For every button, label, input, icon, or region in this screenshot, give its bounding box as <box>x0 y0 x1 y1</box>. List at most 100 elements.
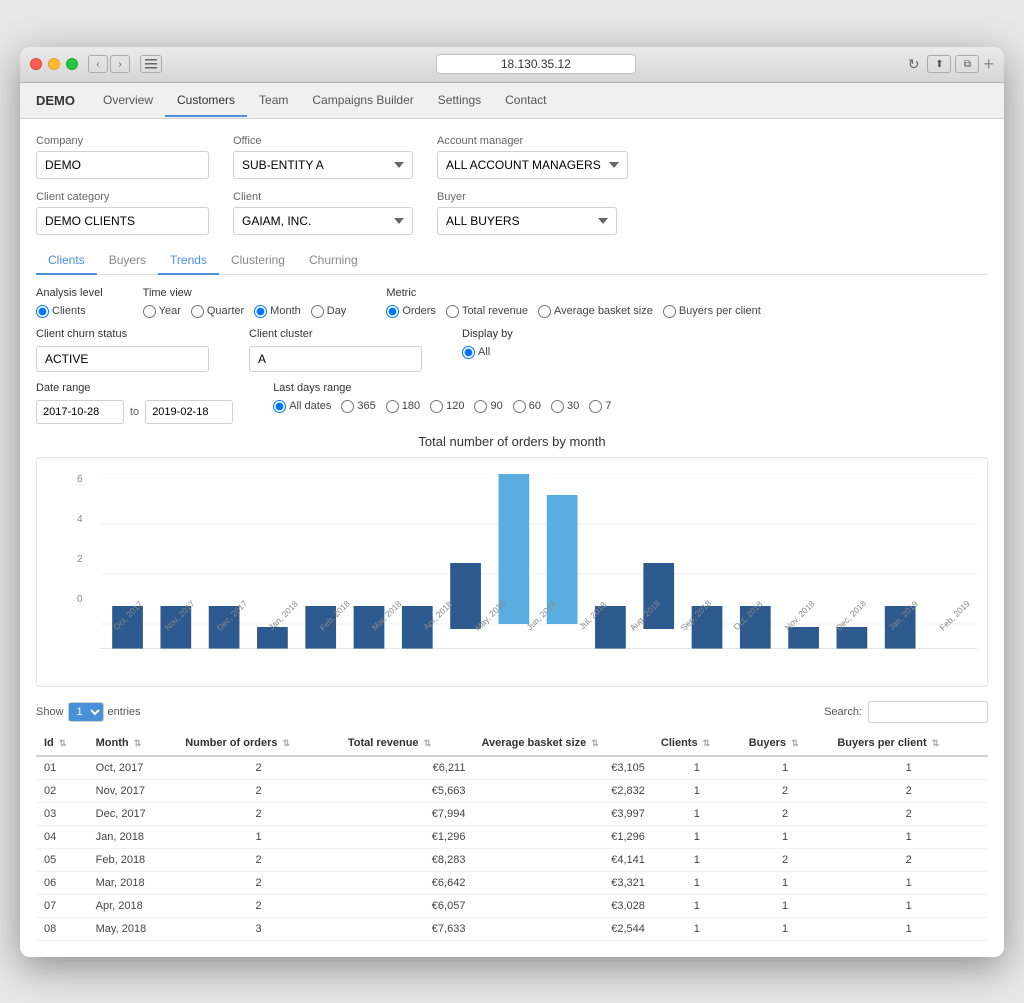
col-month[interactable]: Month ⇅ <box>88 731 178 756</box>
date-to-input[interactable] <box>145 400 233 424</box>
metric-buyers-option[interactable]: Buyers per client <box>663 305 761 318</box>
account-manager-select[interactable]: ALL ACCOUNT MANAGERS <box>437 151 628 179</box>
cell-clients: 1 <box>653 756 741 780</box>
sort-icon-id: ⇅ <box>59 738 67 748</box>
client-select[interactable]: GAIAM, INC. <box>233 207 413 235</box>
url-display[interactable]: 18.130.35.12 <box>436 54 636 74</box>
col-buyers-per-client[interactable]: Buyers per client ⇅ <box>829 731 988 756</box>
nav-tab-contact[interactable]: Contact <box>493 85 558 117</box>
cell-clients: 1 <box>653 917 741 940</box>
days-365-option[interactable]: 365 <box>341 400 375 413</box>
col-orders[interactable]: Number of orders ⇅ <box>177 731 340 756</box>
cell-clients: 1 <box>653 894 741 917</box>
cell-buyers: 1 <box>741 917 830 940</box>
nav-tab-team[interactable]: Team <box>247 85 300 117</box>
cell-month: Feb, 2018 <box>88 848 178 871</box>
app-nav: DEMO Overview Customers Team Campaigns B… <box>20 83 1004 119</box>
y-label-7: 6 <box>77 474 97 485</box>
cell-clients: 1 <box>653 802 741 825</box>
entries-label: entries <box>108 706 141 718</box>
days-120-option[interactable]: 120 <box>430 400 464 413</box>
forward-button[interactable]: › <box>110 55 130 73</box>
col-basket[interactable]: Average basket size ⇅ <box>473 731 652 756</box>
analysis-clients-option[interactable]: Clients <box>36 305 86 318</box>
cell-clients: 1 <box>653 871 741 894</box>
cell-basket: €2,832 <box>473 779 652 802</box>
metric-orders-option[interactable]: Orders <box>386 305 436 318</box>
metric-label: Metric <box>386 287 760 299</box>
nav-arrows: ‹ › <box>88 55 130 73</box>
date-range-group: Date range to <box>36 382 233 424</box>
nav-tab-campaigns[interactable]: Campaigns Builder <box>300 85 425 117</box>
table-header-row: Id ⇅ Month ⇅ Number of orders ⇅ Total re… <box>36 731 988 756</box>
display-all-option[interactable]: All <box>462 346 490 359</box>
sort-icon-buyers-per-client: ⇅ <box>932 738 940 748</box>
duplicate-button[interactable]: ⧉ <box>955 55 979 73</box>
search-input[interactable] <box>868 701 988 723</box>
cell-orders: 2 <box>177 779 340 802</box>
time-month-option[interactable]: Month <box>254 305 301 318</box>
reload-button[interactable]: ↻ <box>908 56 920 73</box>
maximize-button[interactable] <box>66 58 78 70</box>
nav-tab-settings[interactable]: Settings <box>426 85 493 117</box>
cell-buyers-per-client: 1 <box>829 894 988 917</box>
show-entries: Show 10 25 50 entries <box>36 702 141 722</box>
cluster-input[interactable] <box>249 346 422 372</box>
cell-id: 06 <box>36 871 88 894</box>
cell-buyers: 2 <box>741 802 830 825</box>
col-clients[interactable]: Clients ⇅ <box>653 731 741 756</box>
cell-buyers: 2 <box>741 779 830 802</box>
metric-basket-option[interactable]: Average basket size <box>538 305 653 318</box>
company-input[interactable] <box>36 151 209 179</box>
nav-tab-overview[interactable]: Overview <box>91 85 165 117</box>
tab-clients[interactable]: Clients <box>36 247 97 275</box>
nav-tab-customers[interactable]: Customers <box>165 85 247 117</box>
cell-id: 03 <box>36 802 88 825</box>
sidebar-button[interactable] <box>140 55 162 73</box>
table-row: 03 Dec, 2017 2 €7,994 €3,997 1 2 2 <box>36 802 988 825</box>
time-year-option[interactable]: Year <box>143 305 181 318</box>
cell-orders: 2 <box>177 756 340 780</box>
col-buyers[interactable]: Buyers ⇅ <box>741 731 830 756</box>
tab-churning[interactable]: Churning <box>297 247 370 275</box>
last-days-options: All dates 365 180 120 90 60 30 7 <box>273 400 611 413</box>
days-90-option[interactable]: 90 <box>474 400 502 413</box>
tab-trends[interactable]: Trends <box>158 247 219 275</box>
new-tab-button[interactable]: + <box>983 54 994 75</box>
days-60-option[interactable]: 60 <box>513 400 541 413</box>
table-row: 02 Nov, 2017 2 €5,663 €2,832 1 2 2 <box>36 779 988 802</box>
col-revenue[interactable]: Total revenue ⇅ <box>340 731 474 756</box>
minimize-button[interactable] <box>48 58 60 70</box>
client-category-filter: Client category <box>36 191 209 235</box>
cell-orders: 3 <box>177 917 340 940</box>
tab-buyers[interactable]: Buyers <box>97 247 158 275</box>
share-button[interactable]: ⬆ <box>927 55 951 73</box>
metric-revenue-option[interactable]: Total revenue <box>446 305 528 318</box>
office-select[interactable]: SUB-ENTITY A <box>233 151 413 179</box>
table-row: 04 Jan, 2018 1 €1,296 €1,296 1 1 1 <box>36 825 988 848</box>
entries-select[interactable]: 10 25 50 <box>68 702 104 722</box>
cell-revenue: €5,663 <box>340 779 474 802</box>
time-quarter-option[interactable]: Quarter <box>191 305 244 318</box>
chart-container: 6 4 2 0 <box>36 457 988 687</box>
days-all-option[interactable]: All dates <box>273 400 331 413</box>
close-button[interactable] <box>30 58 42 70</box>
time-day-option[interactable]: Day <box>311 305 347 318</box>
date-from-input[interactable] <box>36 400 124 424</box>
col-id[interactable]: Id ⇅ <box>36 731 88 756</box>
churn-input[interactable] <box>36 346 209 372</box>
last-days-group: Last days range All dates 365 180 120 90… <box>273 382 611 413</box>
buyer-select[interactable]: ALL BUYERS <box>437 207 617 235</box>
metric-group: Metric Orders Total revenue Average bask… <box>386 287 760 318</box>
main-content: Company Office SUB-ENTITY A Account mana… <box>20 119 1004 957</box>
days-30-option[interactable]: 30 <box>551 400 579 413</box>
client-filter: Client GAIAM, INC. <box>233 191 413 235</box>
days-180-option[interactable]: 180 <box>386 400 420 413</box>
back-button[interactable]: ‹ <box>88 55 108 73</box>
table-row: 06 Mar, 2018 2 €6,642 €3,321 1 1 1 <box>36 871 988 894</box>
company-label: Company <box>36 135 209 147</box>
tab-clustering[interactable]: Clustering <box>219 247 297 275</box>
days-7-option[interactable]: 7 <box>589 400 611 413</box>
client-category-input[interactable] <box>36 207 209 235</box>
cell-buyers-per-client: 1 <box>829 917 988 940</box>
